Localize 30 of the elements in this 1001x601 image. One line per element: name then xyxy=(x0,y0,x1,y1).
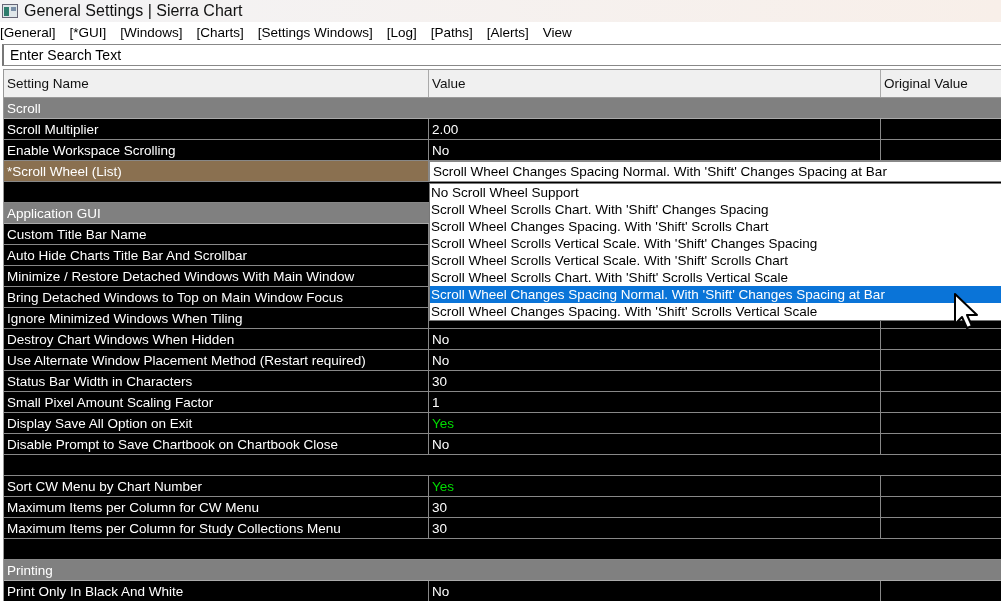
column-header[interactable]: Value xyxy=(429,70,881,97)
search-field[interactable]: Enter Search Text xyxy=(2,44,1001,66)
app-icon xyxy=(2,4,18,18)
menu-item[interactable]: [Settings Windows] xyxy=(250,25,380,40)
dropdown-option[interactable]: Scroll Wheel Changes Spacing. With 'Shift' Scrolls Chart xyxy=(430,218,1001,235)
dropdown-option[interactable]: Scroll Wheel Changes Spacing Normal. With 'Shift' Changes Spacing at Bar xyxy=(430,286,1001,303)
section-title: Application GUI xyxy=(7,205,101,221)
menu-item[interactable]: [Windows] xyxy=(113,25,190,40)
dropdown-option[interactable]: Scroll Wheel Scrolls Vertical Scale. With 'Shift' Scrolls Chart xyxy=(430,252,1001,269)
menu-item[interactable]: [Log] xyxy=(379,25,424,40)
column-header[interactable]: Setting Name xyxy=(4,70,429,97)
menu-item[interactable]: [*GUI] xyxy=(62,25,114,40)
dropdown-option[interactable]: Scroll Wheel Scrolls Chart. With 'Shift' Scrolls Vertical Scale xyxy=(430,269,1001,286)
section-title: Scroll xyxy=(7,100,41,116)
setting-name-cell[interactable]: Print Only In Black And White xyxy=(4,581,429,601)
menu-item[interactable]: [Paths] xyxy=(423,25,480,40)
menu-item[interactable]: [Alerts] xyxy=(479,25,536,40)
menu-item[interactable]: [Charts] xyxy=(189,25,251,40)
menu-item[interactable]: [General] xyxy=(0,25,63,40)
dropdown-option[interactable]: No Scroll Wheel Support xyxy=(430,184,1001,201)
column-header[interactable]: Original Value xyxy=(881,70,1001,97)
dropdown-option[interactable]: Scroll Wheel Scrolls Chart. With 'Shift' Changes Spacing xyxy=(430,201,1001,218)
window-title: General Settings | Sierra Chart xyxy=(24,2,243,20)
value-cell: No xyxy=(429,581,881,601)
dropdown-option[interactable]: Scroll Wheel Scrolls Vertical Scale. With 'Shift' Changes Spacing xyxy=(430,235,1001,252)
section-title: Printing xyxy=(7,562,53,578)
dropdown-option[interactable]: Scroll Wheel Changes Spacing. With 'Shift' Scrolls Vertical Scale xyxy=(430,303,1001,320)
dropdown-field[interactable]: Scroll Wheel Changes Spacing Normal. With 'Shift' Changes Spacing at Bar xyxy=(429,160,1001,182)
menu-item[interactable]: View xyxy=(535,25,579,40)
setting-name-cell[interactable]: *Scroll Wheel (List) xyxy=(4,161,429,182)
